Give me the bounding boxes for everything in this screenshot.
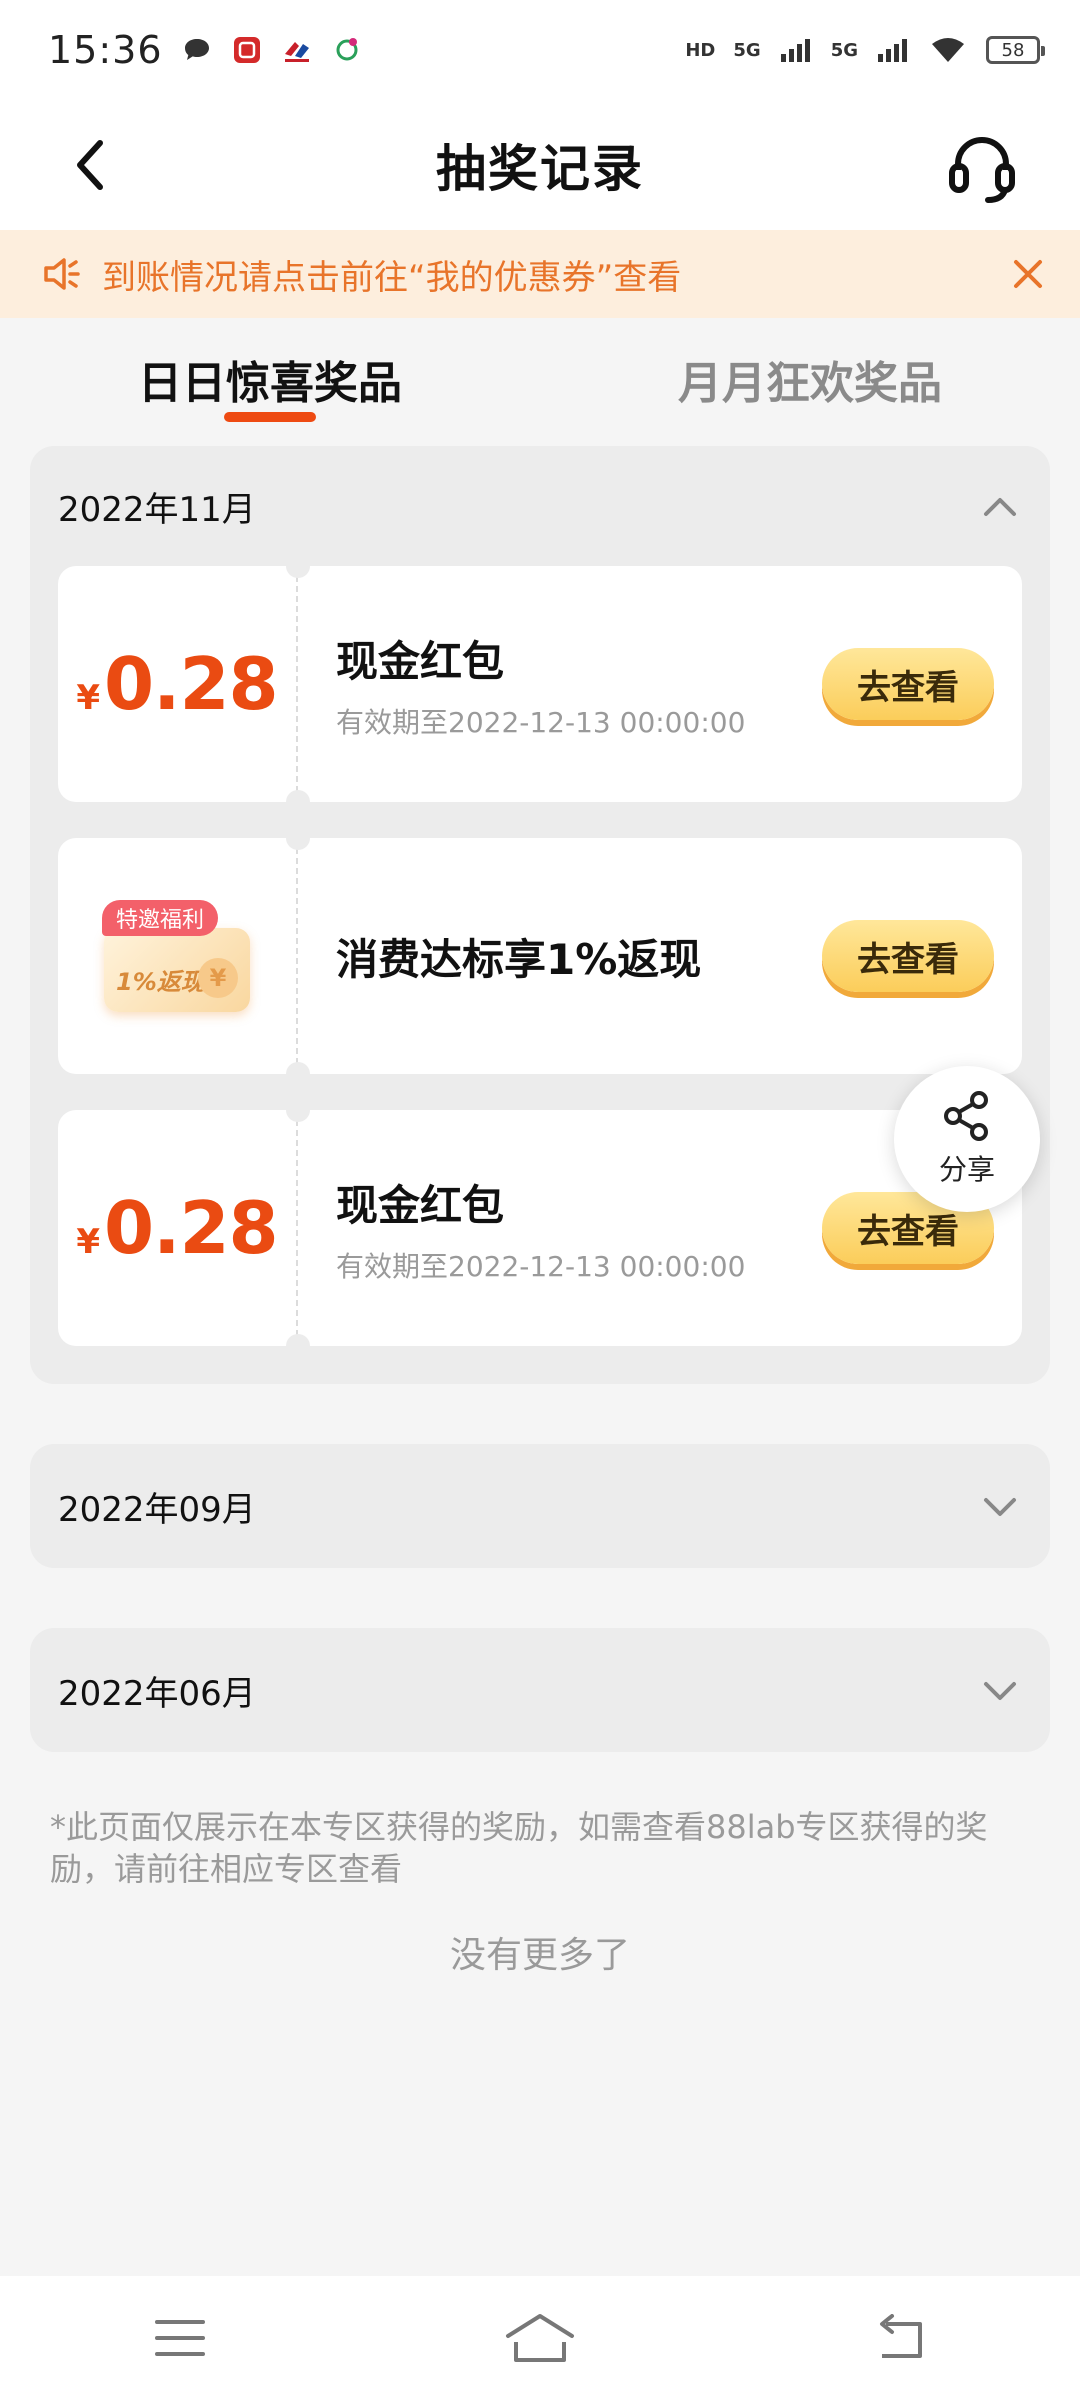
tab-monthly-carnival[interactable]: 月月狂欢奖品 [540, 318, 1080, 440]
prize-name: 现金红包 [336, 636, 505, 686]
prize-coupon-area: 特邀福利 1%返现 ¥ [58, 826, 310, 1086]
month-label: 2022年11月 [58, 489, 256, 530]
menu-button[interactable] [140, 2308, 220, 2368]
status-right: HD 5G 5G 58 [685, 34, 1045, 66]
ticket-notch [286, 554, 310, 578]
chevron-down-icon [984, 1682, 1016, 1700]
prize-info: 现金红包 有效期至2022-12-13 00:00:00 [298, 1172, 822, 1285]
status-left: 15:36 [48, 28, 363, 72]
tab-label: 月月狂欢奖品 [678, 358, 942, 409]
month-header[interactable]: 2022年06月 [30, 1628, 1050, 1752]
ticket-notch [286, 1098, 310, 1122]
battery-indicator: 58 [986, 36, 1045, 64]
month-header[interactable]: 2022年09月 [30, 1444, 1050, 1568]
carrier-icon [336, 38, 358, 61]
back-nav-button[interactable] [860, 2308, 940, 2368]
home-button[interactable] [500, 2308, 580, 2368]
ticket-notch [286, 1334, 310, 1358]
chevron-up-icon [984, 498, 1016, 516]
wifi-icon [932, 38, 964, 62]
ticket-notch [286, 826, 310, 850]
notice-text: 到账情况请点击前往“我的优惠券”查看 [102, 257, 682, 298]
amount-value: 0.28 [104, 642, 279, 726]
month-group-2022-06[interactable]: 2022年06月 [30, 1628, 1050, 1752]
signal-icon-2 [878, 39, 907, 62]
page-title: 抽奖记录 [436, 140, 644, 198]
signal-icon [780, 39, 810, 62]
clock: 15:36 [48, 28, 163, 72]
app-header: 抽奖记录 [0, 100, 1080, 230]
prize-expiry: 有效期至2022-12-13 00:00:00 [336, 705, 746, 739]
headset-icon [949, 137, 1015, 203]
speaker-icon [44, 258, 80, 290]
month-label: 2022年06月 [58, 1673, 256, 1714]
system-nav-bar [0, 2276, 1080, 2400]
prize-info: 消费达标享1%返现 [298, 926, 822, 987]
month-header[interactable]: 2022年11月 [30, 446, 1050, 566]
close-icon[interactable] [1008, 254, 1048, 294]
tab-label: 日日惊喜奖品 [138, 358, 402, 409]
month-group-2022-11: 2022年11月 ¥ 0.28 现金红包 有效期至2022-12-13 00:0… [30, 446, 1050, 1384]
coupon-tag: 特邀福利 [102, 900, 219, 936]
prize-tabs: 日日惊喜奖品 月月狂欢奖品 [0, 318, 1080, 440]
app-notification-icon [233, 37, 260, 63]
menu-icon [155, 2320, 205, 2356]
prize-name: 消费达标享1%返现 [336, 934, 702, 984]
month-label: 2022年09月 [58, 1489, 256, 1530]
notice-banner[interactable]: 到账情况请点击前往“我的优惠券”查看 [0, 230, 1080, 318]
view-button[interactable]: 去查看 [822, 920, 994, 992]
network-5g-1: 5G [733, 39, 761, 61]
currency-symbol: ¥ [76, 678, 100, 718]
cashback-coupon-image: 特邀福利 1%返现 ¥ [102, 900, 252, 1012]
ticket-notch [286, 790, 310, 814]
prize-info: 现金红包 有效期至2022-12-13 00:00:00 [298, 628, 822, 741]
bank-app-icon [284, 42, 309, 62]
active-tab-indicator [224, 412, 316, 422]
prize-amount: ¥ 0.28 [76, 642, 279, 726]
coin-icon: ¥ [198, 958, 238, 998]
share-button[interactable]: 分享 [894, 1066, 1040, 1212]
back-arrow-icon [880, 2314, 922, 2358]
hd-indicator: HD [685, 39, 716, 61]
status-bar: 15:36 HD 5G 5G 58 [0, 0, 1080, 100]
no-more-text: 没有更多了 [449, 1935, 630, 1976]
prize-name: 现金红包 [336, 1180, 505, 1230]
prize-card: ¥ 0.28 现金红包 有效期至2022-12-13 00:00:00 去查看 [58, 1098, 1022, 1358]
battery-level: 58 [1001, 39, 1025, 61]
currency-symbol: ¥ [76, 1222, 100, 1262]
home-icon [506, 2314, 574, 2362]
back-button[interactable] [60, 135, 120, 195]
share-label: 分享 [938, 1153, 995, 1186]
message-icon [184, 39, 209, 60]
footnote-text: *此页面仅展示在本专区获得的奖励，如需查看88lab专区获得的奖励，请前往相应专… [50, 1808, 988, 1888]
customer-service-button[interactable] [944, 130, 1020, 206]
tab-daily-surprise[interactable]: 日日惊喜奖品 [0, 318, 540, 440]
prize-card: ¥ 0.28 现金红包 有效期至2022-12-13 00:00:00 去查看 [58, 554, 1022, 814]
share-icon [944, 1091, 988, 1141]
ticket-notch [286, 1062, 310, 1086]
prize-expiry: 有效期至2022-12-13 00:00:00 [336, 1249, 746, 1283]
prize-card: 特邀福利 1%返现 ¥ 消费达标享1%返现 去查看 [58, 826, 1022, 1086]
coupon-text: 1%返现 [116, 968, 205, 996]
chevron-down-icon [984, 1498, 1016, 1516]
network-5g-2: 5G [830, 39, 858, 61]
prize-amount-area: ¥ 0.28 [58, 554, 310, 814]
prize-amount-area: ¥ 0.28 [58, 1098, 310, 1358]
chevron-left-icon [77, 140, 103, 190]
month-group-2022-09[interactable]: 2022年09月 [30, 1444, 1050, 1568]
prize-amount: ¥ 0.28 [76, 1186, 279, 1270]
view-button[interactable]: 去查看 [822, 648, 994, 720]
amount-value: 0.28 [104, 1186, 279, 1270]
